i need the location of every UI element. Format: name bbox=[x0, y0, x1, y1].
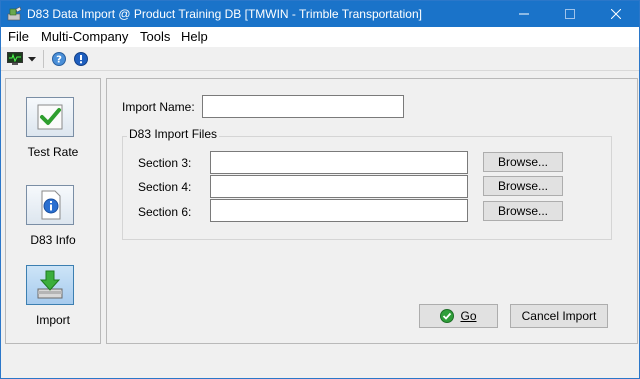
info-document-icon bbox=[41, 190, 61, 220]
go-label: Go bbox=[460, 309, 477, 323]
window-title: D83 Data Import @ Product Training DB [T… bbox=[27, 7, 422, 21]
app-icon bbox=[7, 6, 23, 22]
section-6-input[interactable] bbox=[210, 199, 468, 222]
menu-help[interactable]: Help bbox=[181, 29, 208, 44]
minimize-button[interactable] bbox=[501, 1, 547, 27]
test-rate-button[interactable] bbox=[26, 97, 74, 137]
help-button[interactable]: ? bbox=[51, 50, 67, 68]
close-icon bbox=[611, 9, 621, 19]
section-6-browse-button[interactable]: Browse... bbox=[483, 201, 563, 221]
section-3-browse-button[interactable]: Browse... bbox=[483, 152, 563, 172]
import-name-label: Import Name: bbox=[122, 100, 195, 114]
minimize-icon bbox=[519, 13, 529, 15]
section-3-input[interactable] bbox=[210, 151, 468, 174]
toolbar-separator bbox=[43, 50, 44, 68]
info-icon bbox=[74, 52, 88, 66]
menu-multi-company[interactable]: Multi-Company bbox=[41, 29, 128, 44]
section-4-label: Section 4: bbox=[138, 180, 192, 194]
menu-file[interactable]: File bbox=[8, 29, 29, 44]
section-4-input[interactable] bbox=[210, 175, 468, 198]
import-button[interactable] bbox=[26, 265, 74, 305]
cancel-import-button[interactable]: Cancel Import bbox=[510, 304, 608, 328]
dropdown-arrow-icon bbox=[28, 56, 36, 61]
maximize-icon bbox=[565, 9, 575, 19]
import-panel: Import Name: D83 Import Files Section 3:… bbox=[106, 78, 638, 344]
import-name-input[interactable] bbox=[202, 95, 404, 118]
d83-info-button[interactable] bbox=[26, 185, 74, 225]
menu-tools[interactable]: Tools bbox=[140, 29, 170, 44]
menu-bar: File Multi-Company Tools Help bbox=[1, 27, 639, 47]
dropdown-button[interactable] bbox=[26, 50, 38, 68]
monitor-button[interactable] bbox=[6, 50, 24, 68]
go-button[interactable]: Go bbox=[419, 304, 498, 328]
go-check-icon bbox=[440, 309, 455, 323]
close-button[interactable] bbox=[593, 1, 639, 27]
monitor-icon bbox=[7, 52, 23, 65]
svg-text:?: ? bbox=[56, 55, 62, 66]
sidebar-label-import: Import bbox=[35, 313, 70, 327]
help-icon: ? bbox=[52, 52, 66, 66]
group-title: D83 Import Files bbox=[127, 127, 220, 141]
sidebar: Test Rate D83 Info Import bbox=[5, 78, 101, 344]
section-6-label: Section 6: bbox=[138, 205, 192, 219]
checkmark-icon bbox=[37, 104, 63, 130]
sidebar-label-d83-info: D83 Info bbox=[30, 233, 76, 247]
info-button[interactable] bbox=[73, 50, 89, 68]
import-download-icon bbox=[37, 270, 63, 299]
section-4-browse-button[interactable]: Browse... bbox=[483, 176, 563, 196]
application-window: D83 Data Import @ Product Training DB [T… bbox=[0, 0, 640, 379]
section-3-label: Section 3: bbox=[138, 156, 192, 170]
toolbar: ? bbox=[1, 47, 639, 71]
title-bar: D83 Data Import @ Product Training DB [T… bbox=[1, 1, 639, 27]
sidebar-label-test-rate: Test Rate bbox=[27, 145, 79, 159]
maximize-button[interactable] bbox=[547, 1, 593, 27]
status-bar bbox=[1, 353, 639, 378]
